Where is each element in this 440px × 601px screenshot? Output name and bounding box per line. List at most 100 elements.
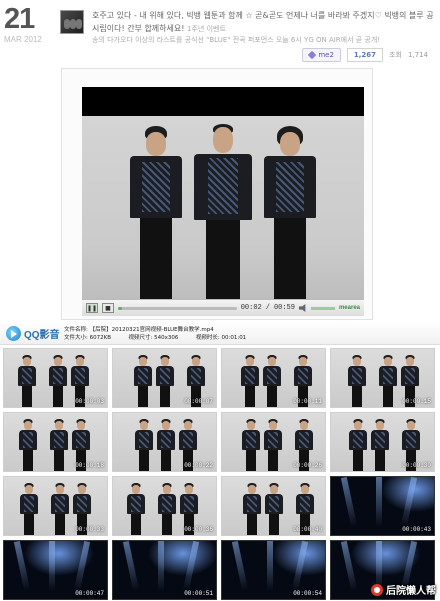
time-separator: / bbox=[265, 304, 270, 312]
volume-slider[interactable] bbox=[310, 306, 335, 310]
post-title-text[interactable]: 호주고 있다 - 내 위해 있다, 빅뱅 웹툰과 함께 ☆ 곧&곧도 언제나 너… bbox=[92, 11, 434, 33]
thumbnail-figure bbox=[127, 483, 145, 535]
file-size-value: 6072KB bbox=[89, 335, 111, 341]
thumbnail-figure bbox=[51, 483, 69, 535]
video-thumbnail[interactable]: 00:00:36 bbox=[112, 476, 217, 536]
total-time: 00:59 bbox=[273, 304, 295, 312]
thumbnail-figure bbox=[135, 419, 153, 471]
thumbnail-timestamp: 00:00:18 bbox=[75, 462, 104, 469]
date-month: MAR 2012 bbox=[4, 35, 48, 44]
month-label: MAR bbox=[4, 35, 22, 44]
member-figure bbox=[194, 124, 252, 299]
thumbnail-figure bbox=[263, 355, 281, 407]
thumbnail-figure bbox=[265, 483, 283, 535]
post-title[interactable]: 호주고 있다 - 내 위해 있다, 빅뱅 웹툰과 함께 ☆ 곧&곧도 언제나 너… bbox=[92, 9, 434, 36]
qq-app-name: QQ影音 bbox=[24, 330, 60, 341]
video-embed-frame: ❚❚ ■ 00:02 / 00:59 mearea bbox=[61, 68, 373, 320]
member-figure bbox=[264, 126, 316, 299]
video-thumbnail[interactable]: 00:00:51 bbox=[112, 540, 217, 600]
file-name-value: 【后院】20120321官网视频-BLUE舞台教学.mp4 bbox=[89, 327, 214, 333]
weibo-icon bbox=[371, 583, 383, 596]
thumbnail-figure bbox=[264, 419, 282, 471]
file-info: 文件名称: 【后院】20120321官网视频-BLUE舞台教学.mp4 文件大小… bbox=[64, 326, 246, 342]
resolution-label: 视频尺寸: bbox=[128, 335, 153, 341]
video-player[interactable]: ❚❚ ■ 00:02 / 00:59 mearea bbox=[82, 87, 364, 316]
thumbnail-figure bbox=[349, 419, 367, 471]
thumbnail-grid: 00:00:03 00:00:07 00:00:11 00:00:15 00:00:18… bbox=[0, 346, 440, 601]
thumbnail-figure bbox=[379, 355, 397, 407]
member-figure bbox=[130, 126, 182, 299]
views-label: 조회 bbox=[389, 51, 402, 59]
thumbnail-timestamp: 00:00:51 bbox=[184, 590, 213, 597]
heart-icon bbox=[308, 50, 317, 60]
video-thumbnail[interactable]: 00:00:30 bbox=[330, 412, 435, 472]
post-title-sub: 1주년 이벤트 bbox=[187, 25, 226, 33]
stage-beam bbox=[122, 541, 140, 592]
thumbnail-timestamp: 00:00:07 bbox=[184, 398, 213, 405]
thumbnail-figure bbox=[50, 419, 68, 471]
video-thumbnail[interactable]: 00:00:11 bbox=[221, 348, 326, 408]
year-label: 2012 bbox=[24, 35, 42, 44]
file-size-label: 文件大小: bbox=[64, 335, 88, 341]
stage-beam bbox=[231, 541, 249, 592]
video-thumbnail[interactable]: 00:00:22 bbox=[112, 412, 217, 472]
post-thumbnail[interactable] bbox=[60, 10, 84, 34]
video-frame[interactable] bbox=[82, 116, 364, 299]
video-thumbnail[interactable]: 00:00:26 bbox=[221, 412, 326, 472]
video-thumbnail[interactable]: 00:00:03 bbox=[3, 348, 108, 408]
thumbnail-timestamp: 00:00:36 bbox=[184, 526, 213, 533]
thumbnail-figure bbox=[242, 419, 260, 471]
qq-player-header: QQ影音 文件名称: 【后院】20120321官网视频-BLUE舞台教学.mp4… bbox=[0, 322, 440, 345]
thumbnail-timestamp: 00:00:33 bbox=[75, 526, 104, 533]
stage-beam bbox=[49, 541, 55, 591]
stage-beam bbox=[376, 477, 382, 527]
volume-icon[interactable] bbox=[298, 304, 306, 312]
player-controls: ❚❚ ■ 00:02 / 00:59 mearea bbox=[82, 299, 364, 316]
video-thumbnail[interactable]: 00:00:33 bbox=[3, 476, 108, 536]
thumbnail-face bbox=[76, 19, 82, 29]
thumbnail-timestamp: 00:00:40 bbox=[293, 526, 322, 533]
post-date: 21 MAR 2012 bbox=[4, 4, 48, 44]
thumbnail-figure bbox=[49, 355, 67, 407]
watermark-text: 后院懒人帮 bbox=[386, 586, 436, 597]
video-thumbnail[interactable]: 00:00:15 bbox=[330, 348, 435, 408]
video-thumbnail[interactable]: 00:00:18 bbox=[3, 412, 108, 472]
thumbnail-figure bbox=[241, 355, 259, 407]
post-stats: me2 1,267 조회 1,714 bbox=[302, 48, 428, 62]
qq-play-icon bbox=[6, 326, 21, 341]
seek-bar[interactable] bbox=[118, 306, 237, 310]
video-thumbnail[interactable]: 00:00:40 bbox=[221, 476, 326, 536]
stage-beam bbox=[340, 477, 358, 528]
thumbnail-timestamp: 00:00:11 bbox=[293, 398, 322, 405]
post-description: 송의 다가오다 이상의 라스트를 공식선 "BLUE" 전곡 퍼포먼스 오늘 6… bbox=[92, 36, 381, 44]
thumbnail-figure bbox=[371, 419, 389, 471]
thumbnail-figure bbox=[20, 483, 38, 535]
thumbnail-figure bbox=[348, 355, 366, 407]
thumbnail-timestamp: 00:00:15 bbox=[402, 398, 431, 405]
current-time: 00:02 bbox=[240, 304, 262, 312]
thumbnail-figure bbox=[157, 419, 175, 471]
views-count: 1,714 bbox=[407, 51, 428, 59]
thumbnail-timestamp: 00:00:30 bbox=[402, 462, 431, 469]
stage-beam bbox=[158, 541, 164, 591]
thumbnail-figure bbox=[156, 355, 174, 407]
video-thumbnail[interactable]: 00:00:07 bbox=[112, 348, 217, 408]
video-thumbnail[interactable]: 00:00:43 bbox=[330, 476, 435, 536]
video-thumbnail[interactable]: 00:00:47 bbox=[3, 540, 108, 600]
thumbnail-timestamp: 00:00:47 bbox=[75, 590, 104, 597]
thumbnail-timestamp: 00:00:54 bbox=[293, 590, 322, 597]
like-button[interactable]: me2 bbox=[302, 48, 341, 62]
file-name-label: 文件名称: bbox=[64, 327, 88, 333]
video-thumbnail[interactable]: 00:00:54 bbox=[221, 540, 326, 600]
stop-button[interactable]: ■ bbox=[102, 303, 114, 313]
thumbnail-figure bbox=[243, 483, 261, 535]
pause-button[interactable]: ❚❚ bbox=[86, 303, 98, 313]
thumbnail-figure bbox=[158, 483, 176, 535]
player-brand-logo: mearea bbox=[338, 305, 360, 311]
thumbnail-figure bbox=[19, 419, 37, 471]
resolution-value: 540x306 bbox=[154, 335, 179, 341]
thumbnail-figure bbox=[18, 355, 36, 407]
thumbnail-timestamp: 00:00:03 bbox=[75, 398, 104, 405]
qq-logo: QQ影音 bbox=[6, 326, 60, 341]
like-label: me2 bbox=[318, 51, 334, 59]
